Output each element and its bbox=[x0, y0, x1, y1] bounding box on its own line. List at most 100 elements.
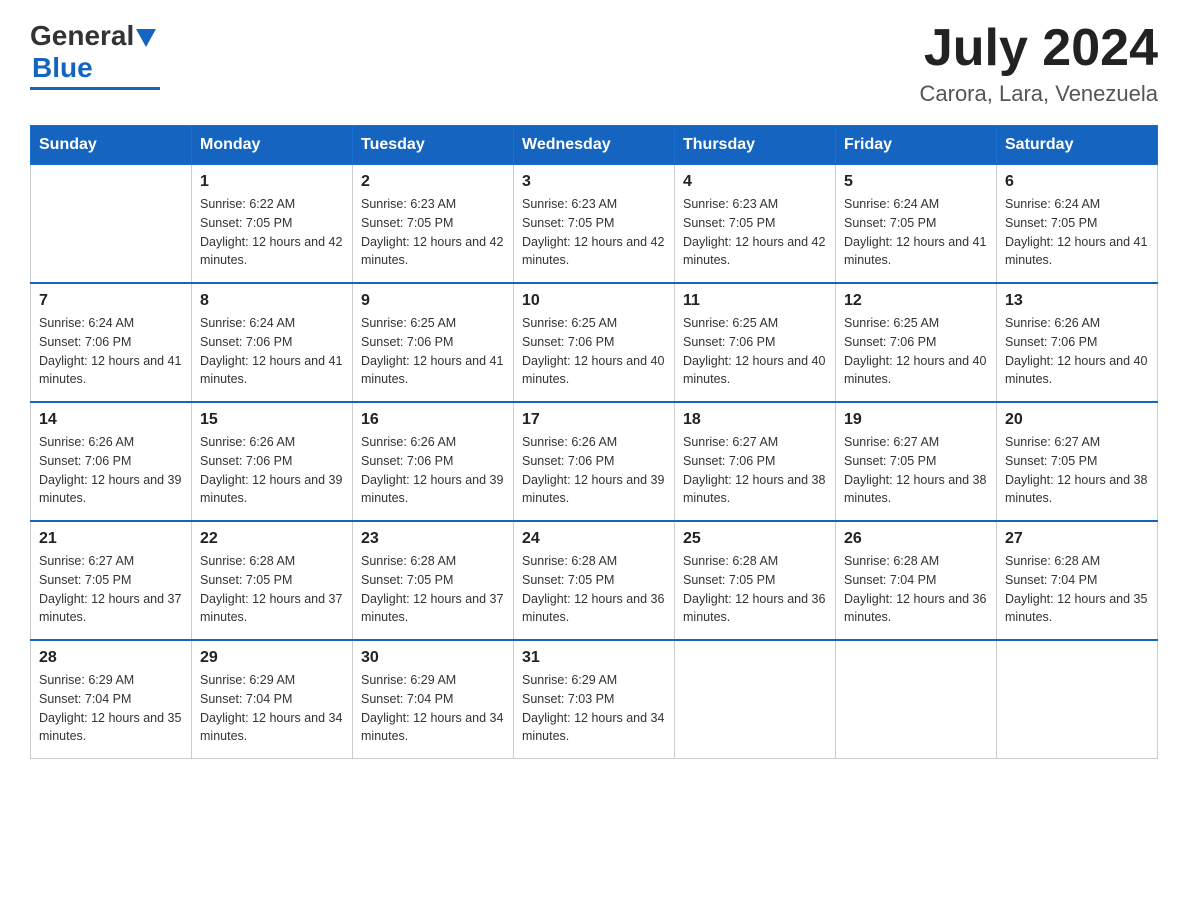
logo-triangle-icon bbox=[136, 29, 156, 47]
day-number: 29 bbox=[200, 649, 344, 667]
calendar-day-cell: 12Sunrise: 6:25 AM Sunset: 7:06 PM Dayli… bbox=[836, 283, 997, 402]
day-info: Sunrise: 6:22 AM Sunset: 7:05 PM Dayligh… bbox=[200, 195, 344, 270]
day-info: Sunrise: 6:23 AM Sunset: 7:05 PM Dayligh… bbox=[683, 195, 827, 270]
day-info: Sunrise: 6:29 AM Sunset: 7:04 PM Dayligh… bbox=[200, 671, 344, 746]
day-number: 28 bbox=[39, 649, 183, 667]
day-number: 26 bbox=[844, 530, 988, 548]
day-info: Sunrise: 6:24 AM Sunset: 7:06 PM Dayligh… bbox=[39, 314, 183, 389]
logo-underline bbox=[30, 87, 160, 90]
calendar-week-row: 14 Sunrise: 6:26 AM Sunset: 7:06 PM Dayli… bbox=[31, 402, 1158, 521]
day-number: 19 bbox=[844, 411, 988, 429]
location-title: Carora, Lara, Venezuela bbox=[920, 81, 1159, 107]
calendar-day-cell: 16Sunrise: 6:26 AM Sunset: 7:06 PM Dayli… bbox=[353, 402, 514, 521]
day-number: 18 bbox=[683, 411, 827, 429]
calendar-table: SundayMondayTuesdayWednesdayThursdayFrid… bbox=[30, 125, 1158, 759]
day-info: Sunrise: 6:28 AM Sunset: 7:05 PM Dayligh… bbox=[522, 552, 666, 627]
logo-general-text: General bbox=[30, 20, 134, 52]
day-info: Sunrise: 6:29 AM Sunset: 7:03 PM Dayligh… bbox=[522, 671, 666, 746]
day-number: 20 bbox=[1005, 411, 1149, 429]
day-info: Sunrise: 6:24 AM Sunset: 7:05 PM Dayligh… bbox=[1005, 195, 1149, 270]
day-info: Sunrise: 6:26 AM Sunset: 7:06 PM Dayligh… bbox=[39, 433, 183, 508]
day-info: Sunrise: 6:29 AM Sunset: 7:04 PM Dayligh… bbox=[39, 671, 183, 746]
calendar-header-row: SundayMondayTuesdayWednesdayThursdayFrid… bbox=[31, 126, 1158, 165]
day-number: 4 bbox=[683, 173, 827, 191]
calendar-day-cell bbox=[31, 165, 192, 284]
day-number: 14 bbox=[39, 411, 183, 429]
day-number: 24 bbox=[522, 530, 666, 548]
day-number: 30 bbox=[361, 649, 505, 667]
day-info: Sunrise: 6:28 AM Sunset: 7:04 PM Dayligh… bbox=[844, 552, 988, 627]
calendar-weekday-header: Tuesday bbox=[353, 126, 514, 165]
day-info: Sunrise: 6:25 AM Sunset: 7:06 PM Dayligh… bbox=[361, 314, 505, 389]
day-info: Sunrise: 6:28 AM Sunset: 7:05 PM Dayligh… bbox=[361, 552, 505, 627]
calendar-day-cell: 5Sunrise: 6:24 AM Sunset: 7:05 PM Daylig… bbox=[836, 165, 997, 284]
calendar-day-cell: 20 Sunrise: 6:27 AM Sunset: 7:05 PM Dayli… bbox=[997, 402, 1158, 521]
day-info: Sunrise: 6:26 AM Sunset: 7:06 PM Dayligh… bbox=[361, 433, 505, 508]
day-info: Sunrise: 6:29 AM Sunset: 7:04 PM Dayligh… bbox=[361, 671, 505, 746]
calendar-day-cell: 9 Sunrise: 6:25 AM Sunset: 7:06 PM Daylig… bbox=[353, 283, 514, 402]
calendar-day-cell: 4 Sunrise: 6:23 AM Sunset: 7:05 PM Daylig… bbox=[675, 165, 836, 284]
day-info: Sunrise: 6:27 AM Sunset: 7:05 PM Dayligh… bbox=[844, 433, 988, 508]
day-info: Sunrise: 6:28 AM Sunset: 7:04 PM Dayligh… bbox=[1005, 552, 1149, 627]
calendar-weekday-header: Thursday bbox=[675, 126, 836, 165]
day-info: Sunrise: 6:28 AM Sunset: 7:05 PM Dayligh… bbox=[200, 552, 344, 627]
calendar-day-cell: 31 Sunrise: 6:29 AM Sunset: 7:03 PM Dayli… bbox=[514, 640, 675, 759]
day-number: 6 bbox=[1005, 173, 1149, 191]
day-number: 31 bbox=[522, 649, 666, 667]
day-info: Sunrise: 6:23 AM Sunset: 7:05 PM Dayligh… bbox=[522, 195, 666, 270]
calendar-day-cell: 23Sunrise: 6:28 AM Sunset: 7:05 PM Dayli… bbox=[353, 521, 514, 640]
calendar-day-cell: 30 Sunrise: 6:29 AM Sunset: 7:04 PM Dayli… bbox=[353, 640, 514, 759]
calendar-day-cell: 22 Sunrise: 6:28 AM Sunset: 7:05 PM Dayli… bbox=[192, 521, 353, 640]
title-block: July 2024 Carora, Lara, Venezuela bbox=[920, 20, 1159, 107]
calendar-day-cell bbox=[836, 640, 997, 759]
day-number: 2 bbox=[361, 173, 505, 191]
logo: General Blue bbox=[30, 20, 160, 90]
calendar-week-row: 1 Sunrise: 6:22 AM Sunset: 7:05 PM Daylig… bbox=[31, 165, 1158, 284]
calendar-day-cell: 13 Sunrise: 6:26 AM Sunset: 7:06 PM Dayli… bbox=[997, 283, 1158, 402]
calendar-day-cell: 14 Sunrise: 6:26 AM Sunset: 7:06 PM Dayli… bbox=[31, 402, 192, 521]
day-info: Sunrise: 6:24 AM Sunset: 7:05 PM Dayligh… bbox=[844, 195, 988, 270]
month-title: July 2024 bbox=[920, 20, 1159, 77]
day-info: Sunrise: 6:25 AM Sunset: 7:06 PM Dayligh… bbox=[683, 314, 827, 389]
day-number: 13 bbox=[1005, 292, 1149, 310]
day-info: Sunrise: 6:26 AM Sunset: 7:06 PM Dayligh… bbox=[200, 433, 344, 508]
calendar-day-cell: 29 Sunrise: 6:29 AM Sunset: 7:04 PM Dayli… bbox=[192, 640, 353, 759]
calendar-day-cell: 26 Sunrise: 6:28 AM Sunset: 7:04 PM Dayli… bbox=[836, 521, 997, 640]
calendar-day-cell bbox=[675, 640, 836, 759]
calendar-week-row: 28 Sunrise: 6:29 AM Sunset: 7:04 PM Dayli… bbox=[31, 640, 1158, 759]
day-number: 12 bbox=[844, 292, 988, 310]
calendar-week-row: 7Sunrise: 6:24 AM Sunset: 7:06 PM Daylig… bbox=[31, 283, 1158, 402]
calendar-day-cell: 15 Sunrise: 6:26 AM Sunset: 7:06 PM Dayli… bbox=[192, 402, 353, 521]
calendar-day-cell: 3 Sunrise: 6:23 AM Sunset: 7:05 PM Daylig… bbox=[514, 165, 675, 284]
calendar-day-cell: 25 Sunrise: 6:28 AM Sunset: 7:05 PM Dayli… bbox=[675, 521, 836, 640]
day-info: Sunrise: 6:26 AM Sunset: 7:06 PM Dayligh… bbox=[1005, 314, 1149, 389]
calendar-day-cell bbox=[997, 640, 1158, 759]
calendar-day-cell: 1 Sunrise: 6:22 AM Sunset: 7:05 PM Daylig… bbox=[192, 165, 353, 284]
day-number: 10 bbox=[522, 292, 666, 310]
day-info: Sunrise: 6:24 AM Sunset: 7:06 PM Dayligh… bbox=[200, 314, 344, 389]
calendar-weekday-header: Wednesday bbox=[514, 126, 675, 165]
day-number: 17 bbox=[522, 411, 666, 429]
day-number: 15 bbox=[200, 411, 344, 429]
day-info: Sunrise: 6:27 AM Sunset: 7:06 PM Dayligh… bbox=[683, 433, 827, 508]
calendar-day-cell: 19 Sunrise: 6:27 AM Sunset: 7:05 PM Dayli… bbox=[836, 402, 997, 521]
calendar-day-cell: 7Sunrise: 6:24 AM Sunset: 7:06 PM Daylig… bbox=[31, 283, 192, 402]
calendar-day-cell: 6 Sunrise: 6:24 AM Sunset: 7:05 PM Daylig… bbox=[997, 165, 1158, 284]
day-info: Sunrise: 6:28 AM Sunset: 7:05 PM Dayligh… bbox=[683, 552, 827, 627]
day-number: 27 bbox=[1005, 530, 1149, 548]
day-number: 1 bbox=[200, 173, 344, 191]
calendar-day-cell: 28 Sunrise: 6:29 AM Sunset: 7:04 PM Dayli… bbox=[31, 640, 192, 759]
day-number: 9 bbox=[361, 292, 505, 310]
day-number: 25 bbox=[683, 530, 827, 548]
calendar-day-cell: 11 Sunrise: 6:25 AM Sunset: 7:06 PM Dayli… bbox=[675, 283, 836, 402]
page-header: General Blue July 2024 Carora, Lara, Ven… bbox=[30, 20, 1158, 107]
day-info: Sunrise: 6:27 AM Sunset: 7:05 PM Dayligh… bbox=[1005, 433, 1149, 508]
calendar-weekday-header: Monday bbox=[192, 126, 353, 165]
day-number: 22 bbox=[200, 530, 344, 548]
day-number: 3 bbox=[522, 173, 666, 191]
calendar-weekday-header: Friday bbox=[836, 126, 997, 165]
day-number: 11 bbox=[683, 292, 827, 310]
calendar-day-cell: 27 Sunrise: 6:28 AM Sunset: 7:04 PM Dayli… bbox=[997, 521, 1158, 640]
day-info: Sunrise: 6:23 AM Sunset: 7:05 PM Dayligh… bbox=[361, 195, 505, 270]
calendar-day-cell: 17Sunrise: 6:26 AM Sunset: 7:06 PM Dayli… bbox=[514, 402, 675, 521]
